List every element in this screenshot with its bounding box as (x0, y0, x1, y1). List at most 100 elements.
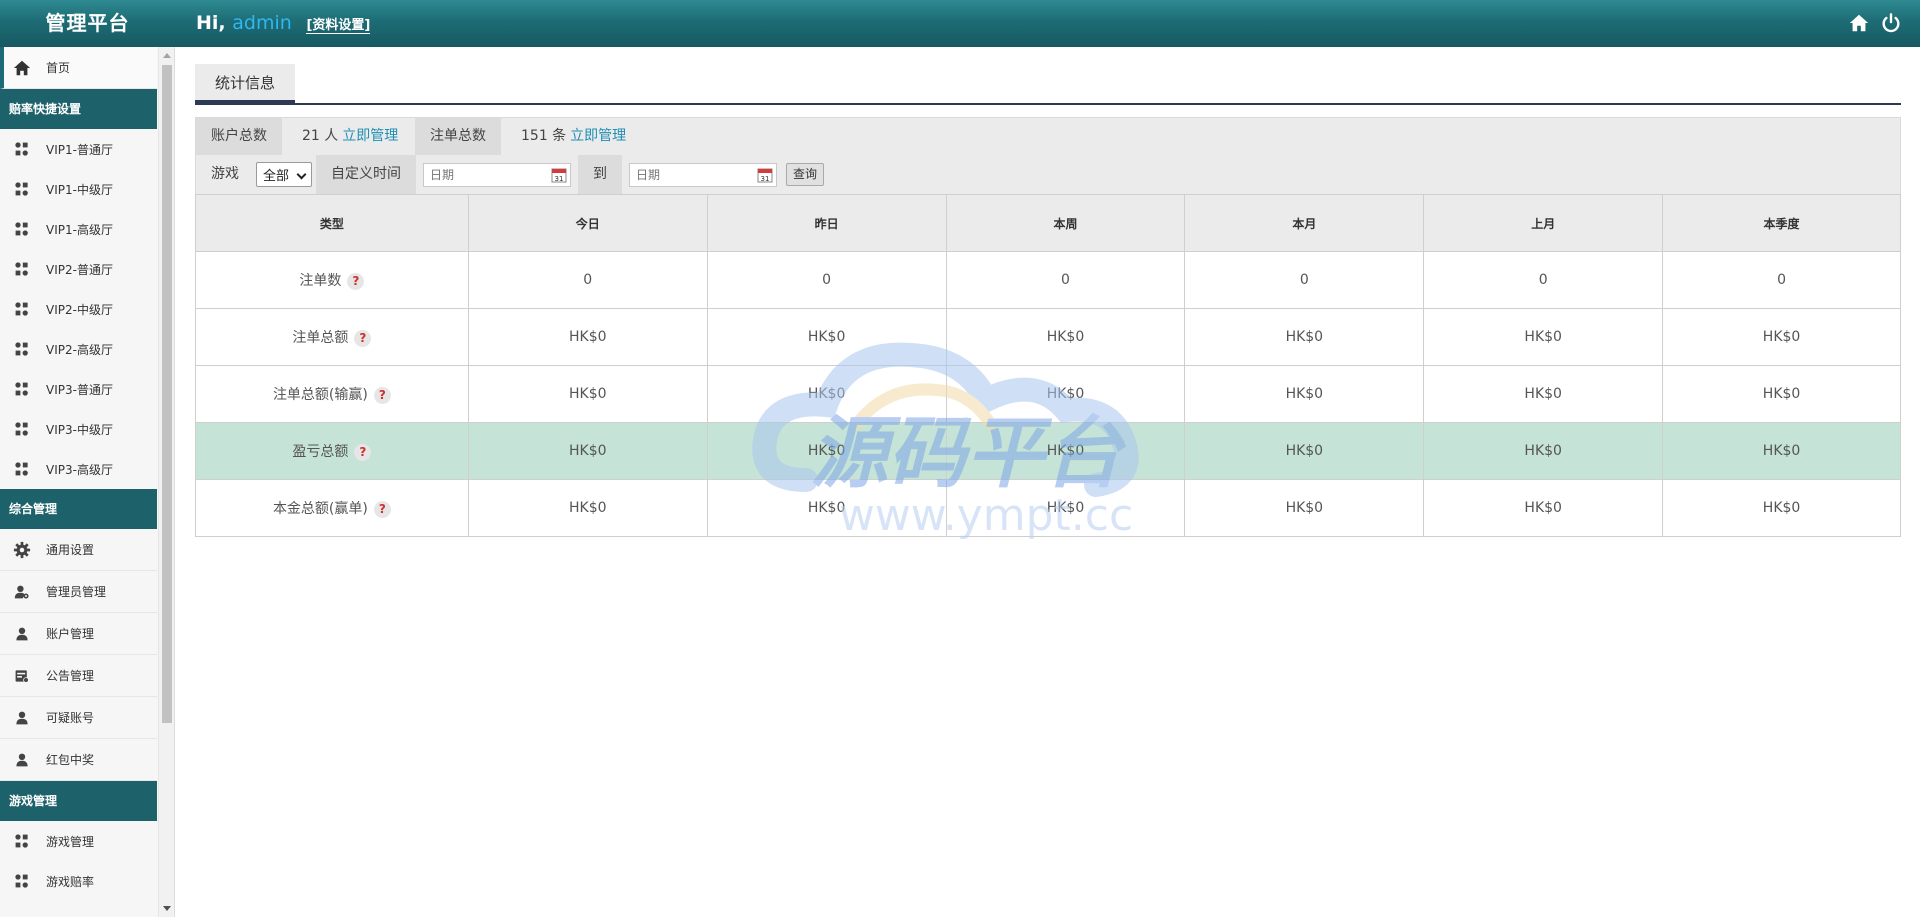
table-cell: HK$0 (706, 479, 947, 537)
sidebar-item-label: 账户管理 (46, 627, 95, 641)
help-icon[interactable]: ? (373, 500, 391, 518)
table-cell: HK$0 (706, 308, 947, 366)
scroll-up-arrow-icon[interactable] (163, 53, 171, 58)
game-select[interactable]: 全部 (256, 162, 312, 187)
help-icon[interactable]: ? (354, 329, 372, 347)
sidebar-item-label: 可疑账号 (46, 711, 95, 725)
sidebar-item-red-packet[interactable]: 红包中奖 (0, 739, 157, 781)
sidebar-item-label: 首页 (46, 61, 71, 75)
sidebar-item-game-odds[interactable]: 游戏赔率 (0, 861, 157, 901)
tab-statistics[interactable]: 统计信息 (195, 64, 295, 103)
sidebar-item-vip1-normal[interactable]: VIP1-普通厅 (0, 129, 157, 169)
calendar-icon[interactable]: 31 (757, 167, 773, 183)
sidebar-item-label: VIP2-高级厅 (46, 342, 113, 357)
column-header: 昨日 (706, 194, 947, 252)
sidebar-item-game-management[interactable]: 游戏管理 (0, 821, 157, 861)
sidebar-item-label: VIP3-高级厅 (46, 462, 113, 477)
summary-row: 账户总数 21 人立即管理 注单总数 151 条立即管理 (195, 117, 1901, 156)
date-from-input[interactable] (423, 162, 571, 187)
sidebar-item-label: VIP3-普通厅 (46, 382, 113, 397)
user-icon (12, 624, 32, 644)
row-label: 盈亏总额 (292, 444, 349, 460)
home-icon[interactable] (1848, 12, 1870, 34)
game-label: 游戏 (211, 166, 239, 182)
sidebar-item-label: 游戏赔率 (46, 874, 95, 889)
chevron-down-icon (296, 169, 307, 180)
help-icon[interactable]: ? (347, 272, 365, 290)
game-select-value: 全部 (263, 169, 290, 184)
apps-icon (12, 459, 32, 479)
sidebar-item-admin-management[interactable]: 管理员管理 (0, 571, 157, 613)
sidebar-item-suspicious-accounts[interactable]: 可疑账号 (0, 697, 157, 739)
sidebar-section-odds[interactable]: 赔率快捷设置 (0, 89, 157, 129)
accounts-manage-link[interactable]: 立即管理 (342, 128, 398, 144)
greeting: Hi, admin [资料设置] (196, 0, 371, 47)
table-cell: HK$0 (1662, 422, 1901, 480)
sidebar-item-label: 通用设置 (46, 543, 95, 557)
sidebar-item-vip2-normal[interactable]: VIP2-普通厅 (0, 249, 157, 289)
table-row-highlighted: 盈亏总额? HK$0 HK$0 HK$0 HK$0 HK$0 HK$0 (195, 422, 1901, 480)
profile-settings-link[interactable]: [资料设置] (306, 18, 371, 34)
table-cell: HK$0 (945, 365, 1186, 423)
stats-table: 类型 今日 昨日 本周 本月 上月 本季度 注单数? 0 0 0 0 0 0 注… (195, 194, 1901, 537)
svg-text:31: 31 (761, 175, 770, 183)
table-cell: 0 (706, 251, 947, 309)
bets-manage-link[interactable]: 立即管理 (570, 128, 626, 144)
sidebar-item-vip2-mid[interactable]: VIP2-中级厅 (0, 289, 157, 329)
table-cell: HK$0 (1662, 479, 1901, 537)
table-cell: HK$0 (706, 422, 947, 480)
date-to-wrap: 31 (629, 162, 777, 187)
column-header: 本月 (1184, 194, 1425, 252)
table-cell: 0 (1184, 251, 1425, 309)
sidebar-section-games[interactable]: 游戏管理 (0, 781, 157, 821)
apps-icon (12, 219, 32, 239)
table-cell: HK$0 (1184, 422, 1425, 480)
user-gear-icon (12, 582, 32, 602)
sidebar-item-label: 管理员管理 (46, 585, 107, 599)
sidebar-item-vip1-mid[interactable]: VIP1-中级厅 (0, 169, 157, 209)
greeting-prefix: Hi, (196, 12, 226, 34)
notice-icon (12, 666, 32, 686)
scroll-thumb[interactable] (162, 65, 172, 723)
help-icon[interactable]: ? (354, 443, 372, 461)
sidebar-item-home[interactable]: 首页 (0, 47, 157, 89)
date-to-input[interactable] (629, 162, 777, 187)
sidebar-item-label: 游戏管理 (46, 834, 95, 849)
sidebar-item-vip2-high[interactable]: VIP2-高级厅 (0, 329, 157, 369)
sidebar: 首页 赔率快捷设置 VIP1-普通厅 VIP1-中级厅 VIP1-高级厅 VIP… (0, 47, 175, 917)
sidebar-item-label: 红包中奖 (46, 753, 95, 767)
sidebar-scrollbar[interactable] (158, 47, 174, 917)
sidebar-item-vip3-mid[interactable]: VIP3-中级厅 (0, 409, 157, 449)
row-label: 注单总额 (292, 330, 349, 346)
sidebar-section-general[interactable]: 综合管理 (0, 489, 157, 529)
table-cell: HK$0 (945, 479, 1186, 537)
power-icon[interactable] (1880, 12, 1902, 34)
scroll-down-arrow-icon[interactable] (163, 906, 171, 911)
table-cell: HK$0 (1423, 479, 1664, 537)
table-cell: HK$0 (1184, 365, 1425, 423)
bets-count: 151 条 (521, 128, 567, 144)
table-cell: HK$0 (945, 422, 1186, 480)
table-cell: HK$0 (1423, 308, 1664, 366)
help-icon[interactable]: ? (373, 386, 391, 404)
sidebar-item-vip3-high[interactable]: VIP3-高级厅 (0, 449, 157, 489)
sidebar-item-vip1-high[interactable]: VIP1-高级厅 (0, 209, 157, 249)
brand-title: 管理平台 (45, 11, 130, 35)
sidebar-item-account-management[interactable]: 账户管理 (0, 613, 157, 655)
table-cell: 0 (1423, 251, 1664, 309)
column-header: 本季度 (1662, 194, 1901, 252)
query-button[interactable]: 查询 (786, 163, 825, 186)
sidebar-item-announcement[interactable]: 公告管理 (0, 655, 157, 697)
sidebar-item-label: VIP2-中级厅 (46, 302, 113, 317)
sidebar-item-vip3-normal[interactable]: VIP3-普通厅 (0, 369, 157, 409)
table-cell: HK$0 (467, 422, 708, 480)
sidebar-item-general-settings[interactable]: 通用设置 (0, 529, 157, 571)
table-cell: HK$0 (706, 365, 947, 423)
calendar-icon[interactable]: 31 (551, 167, 567, 183)
row-label-cell: 本金总额(赢单)? (195, 479, 469, 537)
apps-icon (12, 139, 32, 159)
table-header-row: 类型 今日 昨日 本周 本月 上月 本季度 (195, 194, 1901, 252)
tab-bar: 统计信息 (195, 64, 1901, 105)
table-cell: HK$0 (467, 479, 708, 537)
sidebar-item-label: VIP2-普通厅 (46, 262, 113, 277)
